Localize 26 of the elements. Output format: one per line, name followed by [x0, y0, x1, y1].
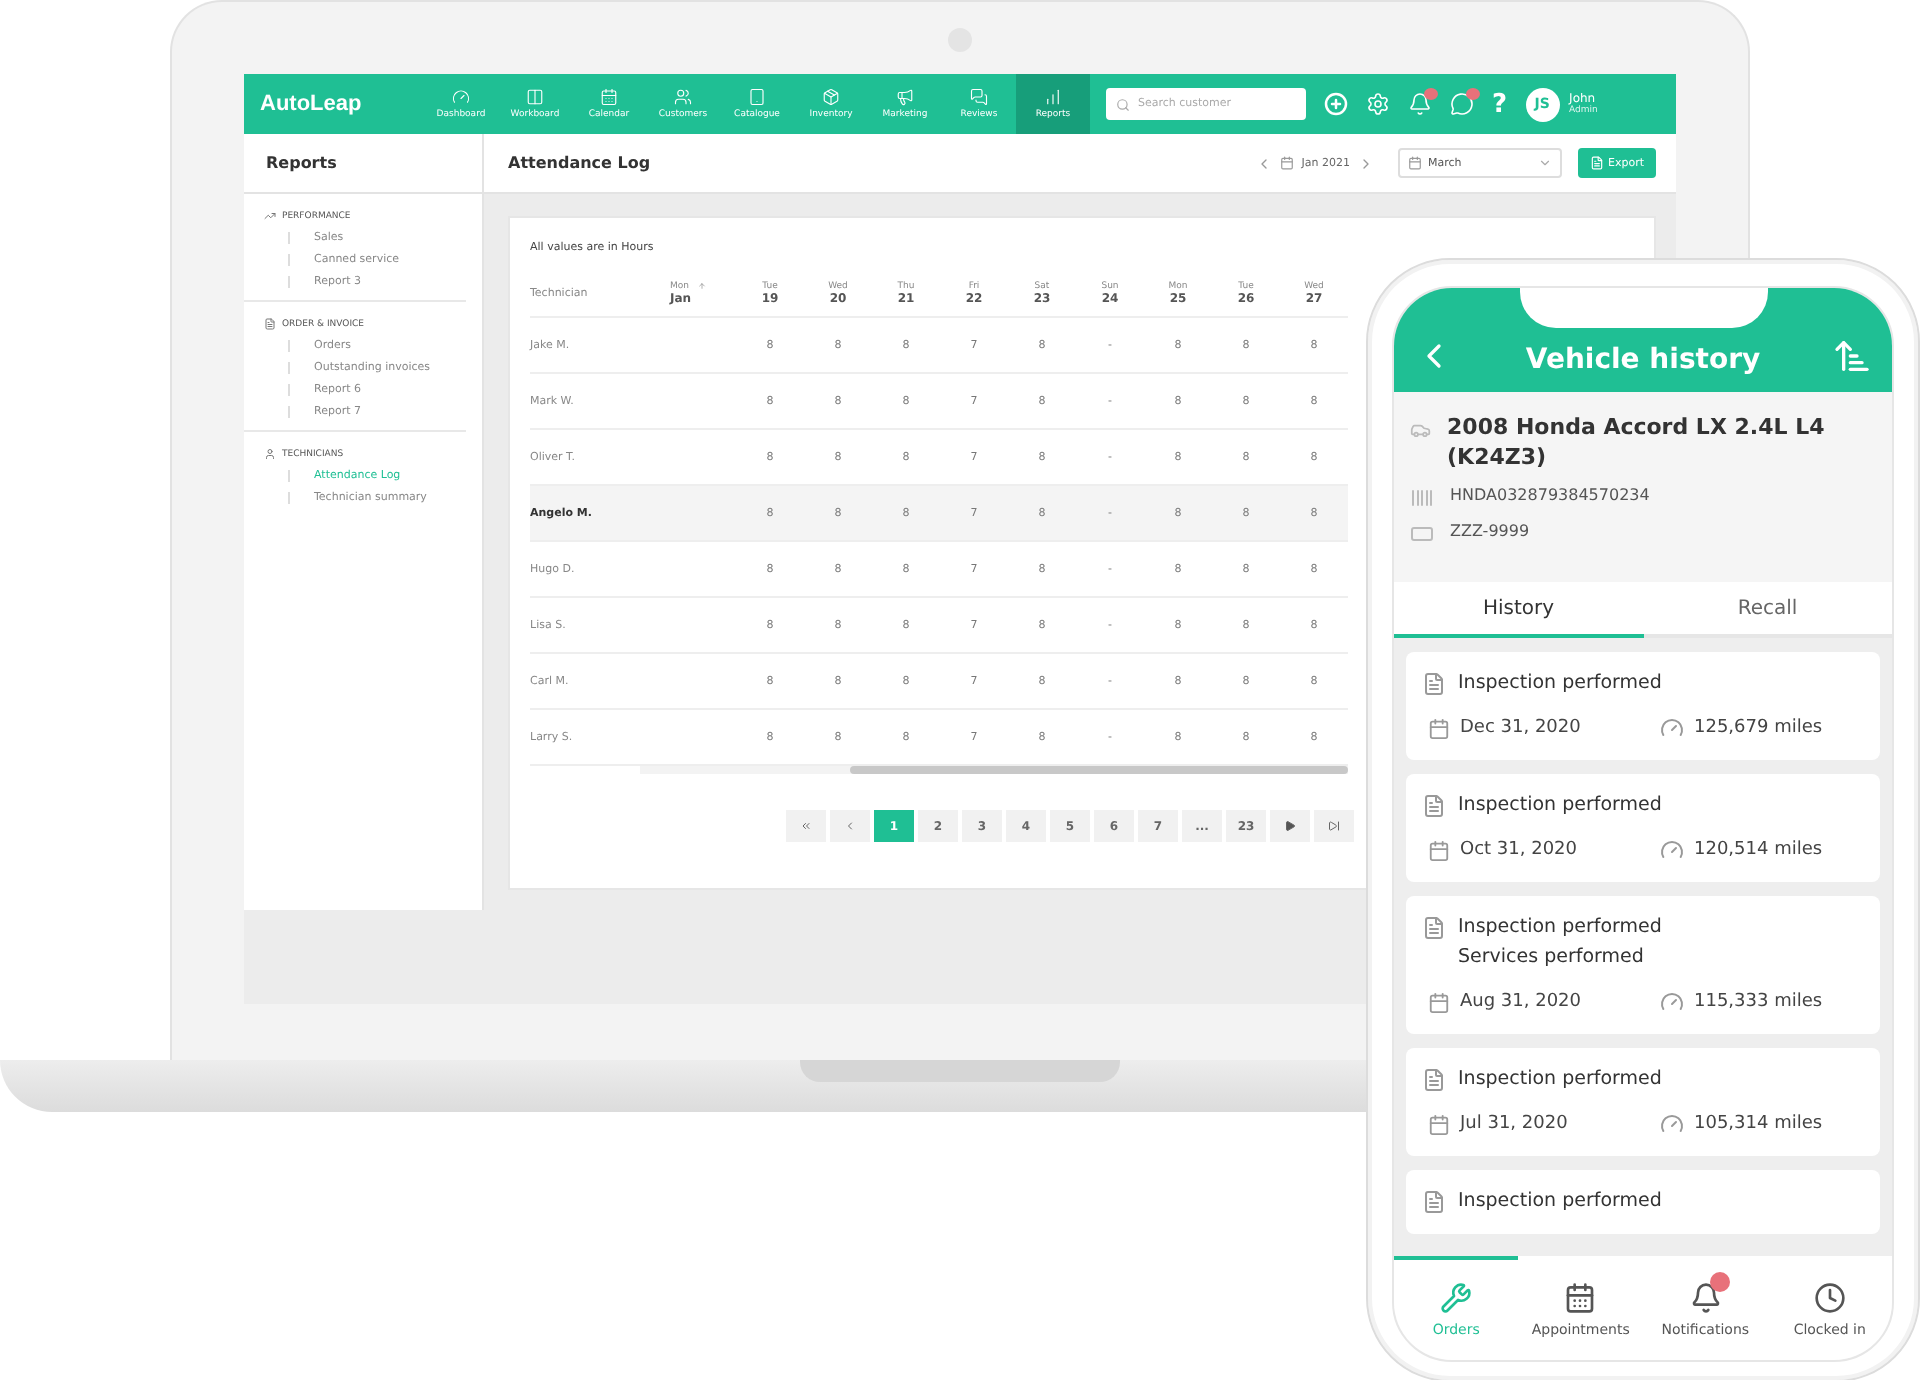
history-card[interactable]: Inspection performed Oct 31, 2020 120,514 miles — [1406, 774, 1880, 882]
record-title: Inspection performed — [1458, 916, 1664, 938]
record-date: Jul 31, 2020 — [1460, 1114, 1570, 1134]
record-date: Aug 31, 2020 — [1460, 992, 1584, 1012]
record-title: Services performed — [1458, 946, 1646, 968]
record-title: Inspection performed — [1458, 672, 1664, 694]
sidebar-title: Reports — [266, 154, 337, 172]
record-mileage: 120,514 miles — [1694, 840, 1823, 860]
record-title: Inspection performed — [1458, 794, 1664, 816]
phone-title: Vehicle history — [1523, 344, 1763, 376]
plate-text: ZZZ-9999 — [1450, 521, 1530, 540]
record-mileage: 105,314 miles — [1694, 1114, 1823, 1134]
record-mileage: 115,333 miles — [1694, 992, 1823, 1012]
history-card[interactable]: Inspection performed Services performed Aug 31, 2020 115,333 miles — [1406, 896, 1880, 1034]
record-mileage: 125,679 miles — [1694, 718, 1823, 738]
record-title: Inspection performed — [1458, 1190, 1664, 1212]
history-card[interactable]: Inspection performed — [1406, 1170, 1880, 1234]
logo: AutoLeap — [260, 92, 364, 116]
record-title: Inspection performed — [1458, 1068, 1664, 1090]
record-date: Dec 31, 2020 — [1460, 718, 1583, 738]
history-card[interactable]: Inspection performed Dec 31, 2020 125,679 miles — [1406, 652, 1880, 760]
page-title: Attendance Log — [508, 154, 653, 172]
record-date: Oct 31, 2020 — [1460, 840, 1579, 860]
vin-text: HNDA032879384570234 — [1450, 485, 1650, 504]
vehicle-name: 2008 Honda Accord LX 2.4L L4 (K24Z3) — [1447, 412, 1827, 474]
history-card[interactable]: Inspection performed Jul 31, 2020 105,314 miles — [1406, 1048, 1880, 1156]
